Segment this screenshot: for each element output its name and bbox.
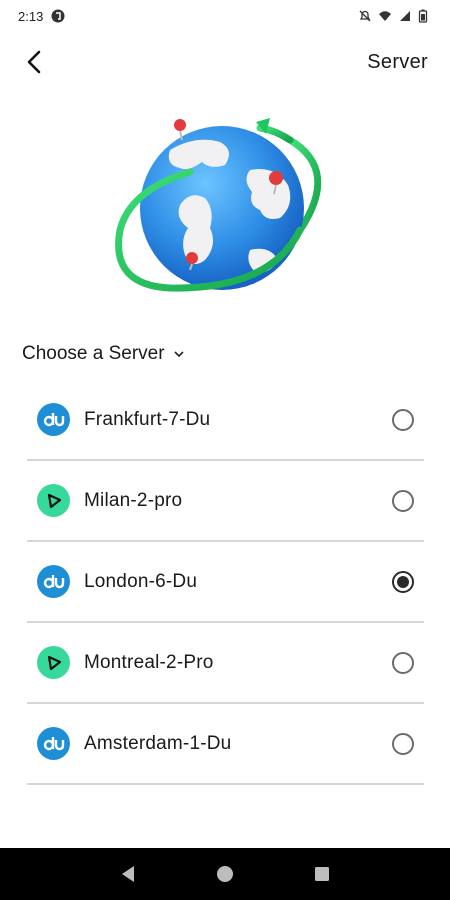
server-list: Frankfurt-7-Du Milan-2-pro London-6-Du M… [27, 380, 424, 785]
server-item-montreal[interactable]: Montreal-2-Pro [27, 623, 424, 704]
server-radio[interactable] [392, 732, 414, 755]
server-name: Amsterdam-1-Du [84, 732, 232, 754]
status-bar: 2:13 [0, 0, 450, 32]
app-bar: Server [0, 40, 450, 84]
server-radio[interactable] [392, 570, 414, 593]
square-recents-icon [314, 867, 329, 881]
du-logo-icon [37, 565, 70, 598]
nav-recents-button[interactable] [307, 859, 337, 889]
choose-server-dropdown[interactable]: Choose a Server [22, 343, 185, 365]
choose-server-label: Choose a Server [22, 343, 165, 364]
server-radio[interactable] [392, 489, 414, 512]
battery-icon [418, 9, 432, 23]
page-title: Server [367, 50, 428, 73]
circle-home-icon [216, 866, 233, 882]
status-time: 2:13 [18, 8, 44, 24]
server-item-milan[interactable]: Milan-2-pro [27, 461, 424, 542]
server-name: Montreal-2-Pro [84, 651, 214, 673]
server-name: Milan-2-pro [84, 489, 183, 511]
pro-logo-icon [37, 484, 70, 517]
nav-back-button[interactable] [113, 859, 143, 889]
notifications-off-icon [358, 9, 372, 23]
pro-logo-icon [37, 646, 70, 679]
triangle-back-icon [122, 866, 135, 882]
du-logo-icon [37, 403, 70, 436]
server-radio[interactable] [392, 408, 414, 431]
globe-illustration [110, 110, 340, 310]
server-item-amsterdam[interactable]: Amsterdam-1-Du [27, 704, 424, 785]
server-item-frankfurt[interactable]: Frankfurt-7-Du [27, 380, 424, 461]
server-name: Frankfurt-7-Du [84, 408, 211, 430]
back-arrow-icon [27, 50, 41, 74]
nav-home-button[interactable] [210, 859, 240, 889]
du-logo-icon [37, 727, 70, 760]
chevron-down-icon [174, 351, 184, 358]
server-name: London-6-Du [84, 570, 198, 592]
back-button[interactable] [22, 50, 46, 74]
server-radio[interactable] [392, 651, 414, 674]
system-nav-bar [0, 848, 450, 900]
wifi-icon [378, 9, 392, 23]
app-notification-icon [51, 9, 65, 23]
server-item-london[interactable]: London-6-Du [27, 542, 424, 623]
signal-icon [398, 9, 412, 23]
